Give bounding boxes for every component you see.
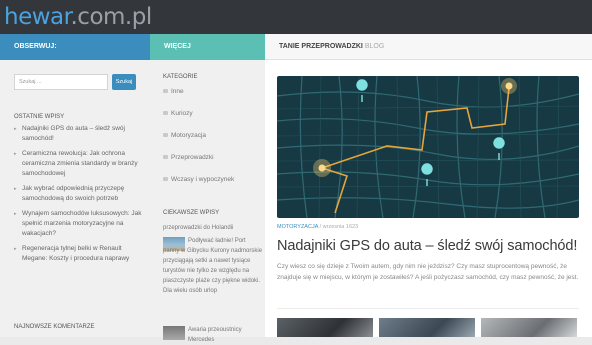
folder-icon [163,155,168,159]
middle-sidebar: Więcej Kategorie Inne Kuriozy Motoryzacj… [150,34,265,343]
recent-posts-title: Ostatnie wpisy [14,114,65,120]
end-point [505,82,513,90]
folder-icon [163,89,168,93]
interesting-post-text[interactable]: Podływać ładnie! Port panny w Gibycku Ku… [163,236,263,310]
recent-post-item[interactable]: Ceramiczna rewolucja: Jak ochrona cerami… [14,149,144,179]
interesting-post-lead[interactable]: przeprowadzki do Holandii [163,223,263,233]
category-item[interactable]: Kuriozy [163,110,234,118]
search-button[interactable]: Szukaj [112,74,136,90]
recent-post-item[interactable]: Nadajniki GPS do auta – śledź swój samoc… [14,124,144,144]
interesting-posts-title: Ciekawsze wpisy [163,210,220,216]
post-thumbnail[interactable] [481,318,577,337]
category-item[interactable]: Inne [163,88,234,96]
post-featured-image[interactable] [277,76,579,218]
logo-prefix: hewar [4,4,71,30]
search-input[interactable]: Szukaj ... [14,74,108,90]
recent-posts-list: Nadajniki GPS do auta – śledź swój samoc… [14,124,144,269]
category-item[interactable]: Wczasy i wypoczynek [163,176,234,184]
top-bar: hewar.com.pl [0,0,592,34]
recent-post-item[interactable]: Jak wybrać odpowiednią przyczepę samocho… [14,184,144,204]
category-item[interactable]: Przeprowadzki [163,154,234,162]
left-sidebar: Obserwuj: Szukaj ... Szukaj Ostatnie wpi… [0,34,150,337]
post-title[interactable]: Nadajniki GPS do auta – śledź swój samoc… [277,237,587,255]
follow-header: Obserwuj: [0,34,150,60]
post-category-link[interactable]: Motoryzacja [277,224,318,230]
recent-post-item[interactable]: Regeneracja tylnej belki w Renault Megan… [14,244,144,264]
post-date: / wrzesnia 1623 [319,224,359,230]
recent-post-item[interactable]: Wynajem samochodów luksusowych: Jak speł… [14,209,144,239]
start-point [318,164,326,172]
post-meta: Motoryzacja / wrzesnia 1623 [277,224,358,230]
latest-comments-title: Najnowsze komentarze [14,324,95,330]
post-excerpt: Czy wiesz co się dzieje z Twoim autem, g… [277,263,579,281]
post-thumbnail[interactable] [379,318,475,337]
post-thumbnail[interactable] [163,326,185,340]
folder-icon [163,111,168,115]
post-thumbnail[interactable] [277,318,373,337]
city-map-image [277,76,579,218]
categories-list: Inne Kuriozy Motoryzacja Przeprowadzki W… [163,88,234,198]
more-header: Więcej [150,34,265,60]
folder-icon [163,177,168,181]
main-header: Tanie przeprowadzki Blog [265,34,592,60]
category-item[interactable]: Motoryzacja [163,132,234,140]
interesting-post-text[interactable]: Awaria przeoustnicy Mercedes [188,325,264,345]
folder-icon [163,133,168,137]
logo-suffix: .com.pl [70,4,152,30]
categories-title: Kategorie [163,74,198,80]
main-content: Tanie przeprowadzki Blog [265,34,592,337]
site-logo[interactable]: hewar.com.pl [4,4,152,30]
divider [277,308,579,309]
